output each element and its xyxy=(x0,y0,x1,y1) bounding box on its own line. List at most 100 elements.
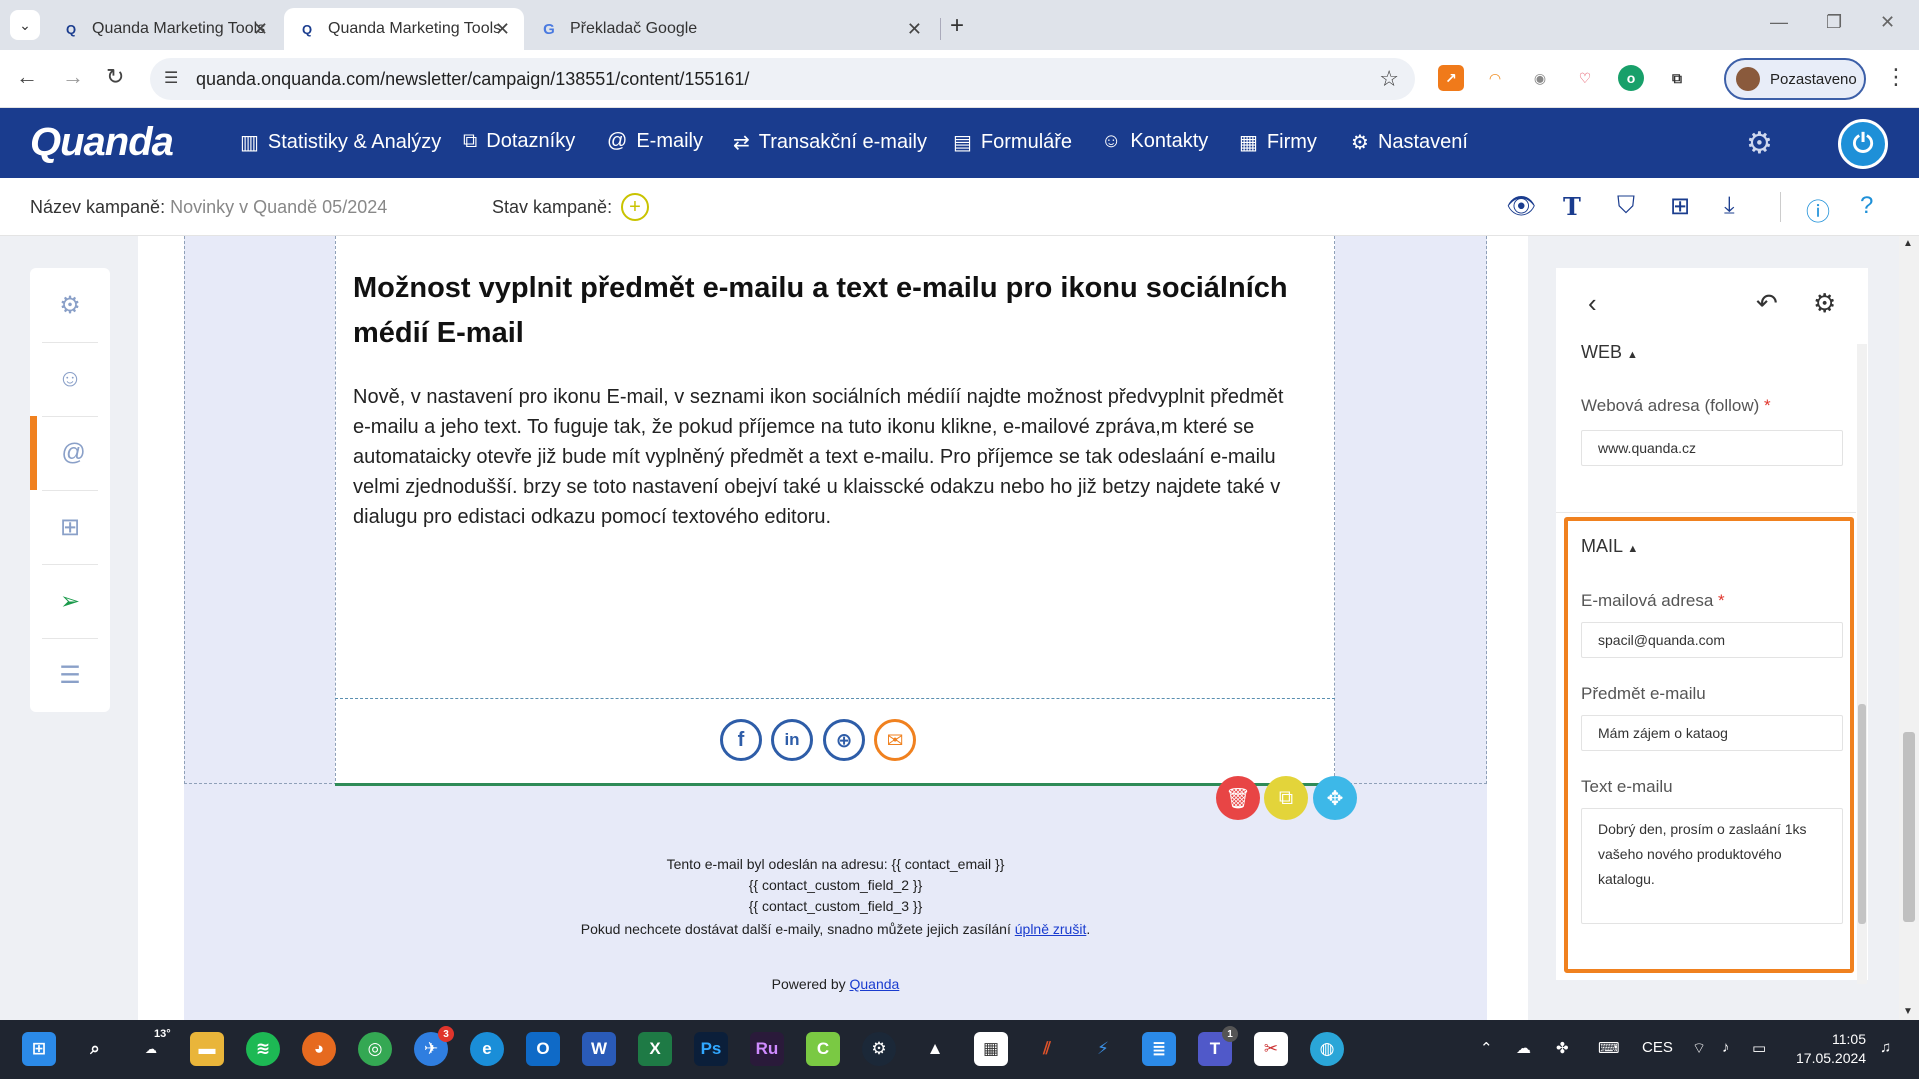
camtasia-icon[interactable]: C xyxy=(806,1032,840,1066)
steam-icon[interactable]: ⚙ xyxy=(862,1032,896,1066)
extension-chart-icon[interactable]: ↗ xyxy=(1438,65,1464,91)
rush-icon[interactable]: Ru xyxy=(750,1032,784,1066)
campaign-state-add-icon[interactable]: + xyxy=(621,193,649,221)
weather-icon[interactable]: ☁ 13° xyxy=(134,1028,171,1066)
facebook-icon[interactable]: f xyxy=(720,719,762,761)
file-explorer-icon[interactable]: ▬ xyxy=(190,1032,224,1066)
window-close-icon[interactable]: ✕ xyxy=(1880,12,1895,33)
mail-app-icon[interactable]: ✈ 3 xyxy=(414,1026,454,1066)
menu-dotazniky[interactable]: ⧉ Dotazníky xyxy=(463,130,575,153)
excel-icon[interactable]: X xyxy=(638,1032,672,1066)
rail-blocks-icon[interactable]: ⊞ xyxy=(30,490,110,564)
scroll-up-arrow-icon[interactable]: ▲ xyxy=(1903,238,1913,249)
unsubscribe-link[interactable]: úplně zrušit xyxy=(1015,921,1087,937)
menu-nastaveni[interactable]: ⚙ Nastavení xyxy=(1351,130,1468,155)
back-icon[interactable]: ← xyxy=(16,64,38,90)
spotify-icon[interactable]: ≋ xyxy=(246,1032,280,1066)
rail-align-icon[interactable]: ☰ xyxy=(30,638,110,712)
menu-transakcni-emaily[interactable]: ⇄ Transakční e-maily xyxy=(733,130,927,155)
panel-scrollbar-thumb[interactable] xyxy=(1858,704,1866,924)
clock[interactable]: 11:05 17.05.2024 xyxy=(1796,1030,1866,1068)
mail-section-header[interactable]: MAIL ▲ xyxy=(1581,536,1638,557)
winrar-icon[interactable]: ⫽ xyxy=(1030,1032,1064,1066)
download-document-icon[interactable]: ⤓ xyxy=(1724,192,1735,220)
email-paragraph[interactable]: Nově, v nastavení pro ikonu E-mail, v se… xyxy=(353,382,1303,532)
browser-tab-2[interactable]: Q Quanda Marketing Tools ✕ xyxy=(284,8,524,50)
snipping-tool-icon[interactable]: ✂ xyxy=(1254,1032,1288,1066)
teams-icon[interactable]: T1 xyxy=(1198,1026,1238,1066)
quanda-logo[interactable]: Quanda xyxy=(30,120,174,165)
close-tab-icon[interactable]: ✕ xyxy=(907,19,922,40)
mail-envelope-icon[interactable]: ✉ xyxy=(874,719,916,761)
paint-icon[interactable]: ◍ xyxy=(1310,1032,1344,1066)
email-text-textarea[interactable]: Dobrý den, prosím o zaslaání 1ks vašeho … xyxy=(1581,808,1843,924)
powered-by-quanda-link[interactable]: Quanda xyxy=(850,976,900,992)
power-logout-icon[interactable]: ⏻ xyxy=(1838,119,1888,169)
url-text[interactable]: quanda.onquanda.com/newsletter/campaign/… xyxy=(196,69,749,90)
profile-button[interactable]: Pozastaveno xyxy=(1724,58,1866,100)
new-document-icon[interactable]: ⊞ xyxy=(1670,192,1690,221)
help-icon[interactable]: ? xyxy=(1860,192,1873,220)
extension-green-icon[interactable]: o xyxy=(1618,65,1644,91)
menu-statistiky[interactable]: ▥ Statistiky & Analýzy xyxy=(240,130,441,155)
edge-icon[interactable]: e xyxy=(470,1032,504,1066)
forward-icon[interactable]: → xyxy=(62,64,84,90)
close-tab-icon[interactable]: ✕ xyxy=(495,19,510,40)
reload-icon[interactable]: ↻ xyxy=(106,64,124,90)
menu-firmy[interactable]: ▦ Firmy xyxy=(1239,130,1317,155)
scroll-down-arrow-icon[interactable]: ▼ xyxy=(1903,1006,1913,1017)
word-icon[interactable]: W xyxy=(582,1032,616,1066)
tray-app-icon[interactable]: ✤ xyxy=(1556,1039,1569,1057)
camera-icon[interactable]: ◉ xyxy=(1527,65,1553,91)
restore-icon[interactable]: ❐ xyxy=(1826,12,1842,33)
rss-icon[interactable]: ◠ xyxy=(1482,65,1508,91)
panel-back-chevron-icon[interactable]: ‹ xyxy=(1588,288,1597,319)
notepad-icon[interactable]: ≣ xyxy=(1142,1032,1176,1066)
bookmark-star-icon[interactable]: ☆ xyxy=(1379,66,1399,92)
app-settings-gear-icon[interactable]: ⚙ xyxy=(1746,126,1773,161)
browser-menu-icon[interactable]: ⋮ xyxy=(1885,64,1907,90)
bolt-app-icon[interactable]: ⚡ xyxy=(1086,1032,1120,1066)
menu-formulare[interactable]: ▤ Formuláře xyxy=(953,130,1072,155)
web-section-header[interactable]: WEB ▲ xyxy=(1581,342,1638,363)
volume-icon[interactable]: ♪ xyxy=(1722,1039,1730,1056)
subject-input[interactable]: Mám zájem o kataog xyxy=(1581,715,1843,751)
info-icon[interactable]: ⓘ xyxy=(1806,192,1830,227)
web-address-input[interactable]: www.quanda.cz xyxy=(1581,430,1843,466)
rail-recipients-icon[interactable]: ☺ xyxy=(30,342,110,416)
minimize-icon[interactable]: — xyxy=(1770,12,1788,33)
battery-icon[interactable]: ▭ xyxy=(1752,1039,1766,1057)
page-scrollbar[interactable]: ▲ ▼ xyxy=(1899,236,1919,1020)
tab-search-button[interactable]: ⌄ xyxy=(10,10,40,40)
pocket-icon[interactable]: ♡ xyxy=(1572,65,1598,91)
tray-chevron-up-icon[interactable]: ⌃ xyxy=(1480,1039,1493,1057)
extensions-puzzle-icon[interactable]: ⧉ xyxy=(1664,65,1690,91)
preview-eye-icon[interactable]: 👁 xyxy=(1506,192,1536,221)
onedrive-cloud-icon[interactable]: ☁ xyxy=(1516,1039,1531,1057)
web-globe-icon[interactable]: ⊕ xyxy=(823,719,865,761)
browser-tab-3[interactable]: G Překladač Google ✕ xyxy=(526,8,936,50)
browser-tab-1[interactable]: Q Quanda Marketing Tools ✕ xyxy=(48,8,282,50)
menu-emaily[interactable]: @ E-maily xyxy=(607,130,703,153)
panel-scrollbar[interactable] xyxy=(1857,344,1867,984)
keyboard-icon[interactable]: ⌨ xyxy=(1598,1039,1620,1057)
address-bar[interactable]: ☰ quanda.onquanda.com/newsletter/campaig… xyxy=(150,58,1415,100)
photoshop-icon[interactable]: Ps xyxy=(694,1032,728,1066)
page-scrollbar-thumb[interactable] xyxy=(1903,732,1915,922)
store-icon[interactable]: ▦ xyxy=(974,1032,1008,1066)
duplicate-icon[interactable]: ⧉ xyxy=(1264,776,1308,820)
new-tab-icon[interactable]: + xyxy=(950,12,964,40)
email-heading[interactable]: Možnost vyplnit předmět e-mailu a text e… xyxy=(353,266,1313,356)
inkscape-icon[interactable]: ▲ xyxy=(918,1032,952,1066)
wifi-icon[interactable]: ⌔ xyxy=(1692,1039,1706,1058)
notifications-bell-icon[interactable]: ♫ xyxy=(1880,1039,1891,1056)
panel-undo-icon[interactable]: ↶ xyxy=(1756,288,1778,319)
social-icons-block[interactable]: f in ⊕ ✉ xyxy=(335,698,1335,786)
site-info-icon[interactable]: ☰ xyxy=(164,68,178,88)
linkedin-icon[interactable]: in xyxy=(771,719,813,761)
rail-settings-gear-icon[interactable]: ⚙ xyxy=(30,268,110,342)
delete-trash-icon[interactable]: 🗑 xyxy=(1216,776,1260,820)
rail-email-content-at-icon[interactable]: @ xyxy=(30,416,110,490)
campaign-name-value[interactable]: Novinky v Quandě 05/2024 xyxy=(170,197,387,217)
brush-icon[interactable]: ⛉ xyxy=(1617,192,1635,220)
